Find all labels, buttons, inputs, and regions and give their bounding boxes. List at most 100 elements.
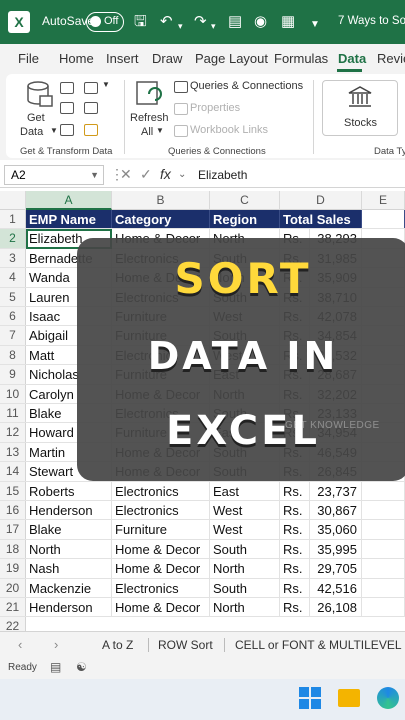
autosave-toggle[interactable]: Off: [86, 12, 124, 32]
row-number[interactable]: 2: [0, 229, 26, 248]
currency-cell[interactable]: Rs.: [280, 578, 310, 597]
category-cell[interactable]: Home & Decor: [112, 539, 210, 559]
undo-dropdown-icon[interactable]: ▾: [178, 16, 183, 36]
tab-data[interactable]: Data: [338, 51, 366, 66]
from-table-icon[interactable]: [60, 124, 74, 136]
stocks-button[interactable]: Stocks: [322, 80, 398, 136]
get-data-button[interactable]: Get Data ▼: [20, 78, 60, 142]
form-icon[interactable]: ▤: [228, 12, 242, 32]
redo-dropdown-icon[interactable]: ▾: [211, 16, 216, 36]
column-header-b[interactable]: B: [112, 191, 210, 210]
header-cell[interactable]: Region: [210, 210, 280, 229]
formula-value[interactable]: Elizabeth: [198, 168, 247, 182]
category-cell[interactable]: Electronics: [112, 501, 210, 520]
column-header-a[interactable]: A: [26, 191, 112, 210]
windows-start-icon[interactable]: [299, 687, 321, 709]
currency-cell[interactable]: Rs.: [280, 598, 310, 617]
row-number[interactable]: 11: [0, 404, 26, 423]
enter-icon[interactable]: ✓: [140, 166, 152, 183]
prev-sheet-icon[interactable]: ‹: [18, 637, 22, 652]
empty-cell[interactable]: [362, 501, 405, 520]
undo-icon[interactable]: ↶: [160, 12, 173, 32]
cancel-icon[interactable]: ✕: [120, 166, 132, 183]
header-cell[interactable]: EMP Name: [26, 210, 112, 229]
tab-formulas[interactable]: Formulas: [274, 51, 328, 66]
empty-cell[interactable]: [362, 481, 405, 500]
row-number[interactable]: 19: [0, 559, 26, 578]
refresh-all-button[interactable]: Refresh All ▼: [128, 78, 170, 142]
region-cell[interactable]: South: [210, 539, 280, 559]
row-number[interactable]: 10: [0, 384, 26, 403]
region-cell[interactable]: East: [210, 481, 280, 500]
properties-button[interactable]: Properties: [190, 102, 240, 114]
emp-name-cell[interactable]: Mackenzie: [26, 578, 112, 597]
row-number[interactable]: 5: [0, 287, 26, 306]
total-sales-cell[interactable]: 35,995: [310, 539, 362, 559]
sheet-icon[interactable]: ▦: [281, 12, 295, 32]
column-header-e[interactable]: E: [362, 191, 405, 210]
empty-cell[interactable]: [362, 539, 405, 559]
edge-browser-icon[interactable]: [377, 687, 399, 709]
total-sales-cell[interactable]: 26,108: [310, 598, 362, 617]
from-text-icon[interactable]: [60, 82, 74, 94]
currency-cell[interactable]: Rs.: [280, 501, 310, 520]
category-cell[interactable]: Home & Decor: [112, 598, 210, 617]
currency-cell[interactable]: Rs.: [280, 481, 310, 500]
tab-page-layout[interactable]: Page Layout: [195, 51, 268, 66]
row-number[interactable]: 16: [0, 501, 26, 520]
accessibility-icon[interactable]: ☯: [76, 660, 87, 674]
recent-sources-icon[interactable]: [84, 82, 98, 94]
region-cell[interactable]: South: [210, 578, 280, 597]
row-number[interactable]: 14: [0, 462, 26, 481]
empty-cell[interactable]: [362, 598, 405, 617]
category-cell[interactable]: Furniture: [112, 520, 210, 539]
page-view-icon[interactable]: ▤: [50, 660, 61, 674]
column-header-d[interactable]: D: [280, 191, 362, 210]
column-header-c[interactable]: C: [210, 191, 280, 210]
empty-cell[interactable]: [362, 210, 405, 229]
row-number[interactable]: 18: [0, 539, 26, 559]
region-cell[interactable]: North: [210, 559, 280, 578]
from-web-icon[interactable]: [60, 102, 74, 114]
sheet-tab-a-to-z[interactable]: A to Z: [102, 638, 133, 652]
currency-cell[interactable]: Rs.: [280, 539, 310, 559]
emp-name-cell[interactable]: Roberts: [26, 481, 112, 500]
total-sales-cell[interactable]: 35,060: [310, 520, 362, 539]
row-number[interactable]: 13: [0, 442, 26, 462]
row-number[interactable]: 4: [0, 268, 26, 287]
total-sales-cell[interactable]: 23,737: [310, 481, 362, 500]
camera-icon[interactable]: ◉: [254, 12, 267, 32]
emp-name-cell[interactable]: North: [26, 539, 112, 559]
currency-cell[interactable]: Rs.: [280, 520, 310, 539]
row-number[interactable]: 8: [0, 345, 26, 365]
redo-icon[interactable]: ↷: [194, 12, 207, 32]
row-number[interactable]: 21: [0, 598, 26, 617]
header-cell[interactable]: Category: [112, 210, 210, 229]
region-cell[interactable]: West: [210, 520, 280, 539]
tab-insert[interactable]: Insert: [106, 51, 139, 66]
total-sales-cell[interactable]: 29,705: [310, 559, 362, 578]
row-number[interactable]: 6: [0, 307, 26, 326]
category-cell[interactable]: Electronics: [112, 578, 210, 597]
row-number[interactable]: 15: [0, 481, 26, 500]
emp-name-cell[interactable]: Blake: [26, 520, 112, 539]
total-sales-cell[interactable]: 30,867: [310, 501, 362, 520]
sheet-tab-cell-font-multilevel[interactable]: CELL or FONT & MULTILEVEL: [235, 638, 402, 652]
empty-cell[interactable]: [362, 520, 405, 539]
tab-draw[interactable]: Draw: [152, 51, 182, 66]
from-picture-icon[interactable]: [84, 124, 98, 136]
row-number[interactable]: 7: [0, 326, 26, 345]
insert-function-icon[interactable]: fx: [160, 166, 171, 182]
row-number[interactable]: 1: [0, 210, 26, 229]
row-number[interactable]: 12: [0, 423, 26, 442]
category-cell[interactable]: Electronics: [112, 481, 210, 500]
category-cell[interactable]: Home & Decor: [112, 559, 210, 578]
select-all-corner[interactable]: [0, 191, 26, 210]
row-number[interactable]: 17: [0, 520, 26, 539]
emp-name-cell[interactable]: Nash: [26, 559, 112, 578]
tab-review[interactable]: Revie: [377, 51, 405, 66]
tab-home[interactable]: Home: [59, 51, 94, 66]
row-number[interactable]: 3: [0, 248, 26, 268]
empty-cell[interactable]: [362, 578, 405, 597]
workbook-links-button[interactable]: Workbook Links: [190, 124, 268, 136]
